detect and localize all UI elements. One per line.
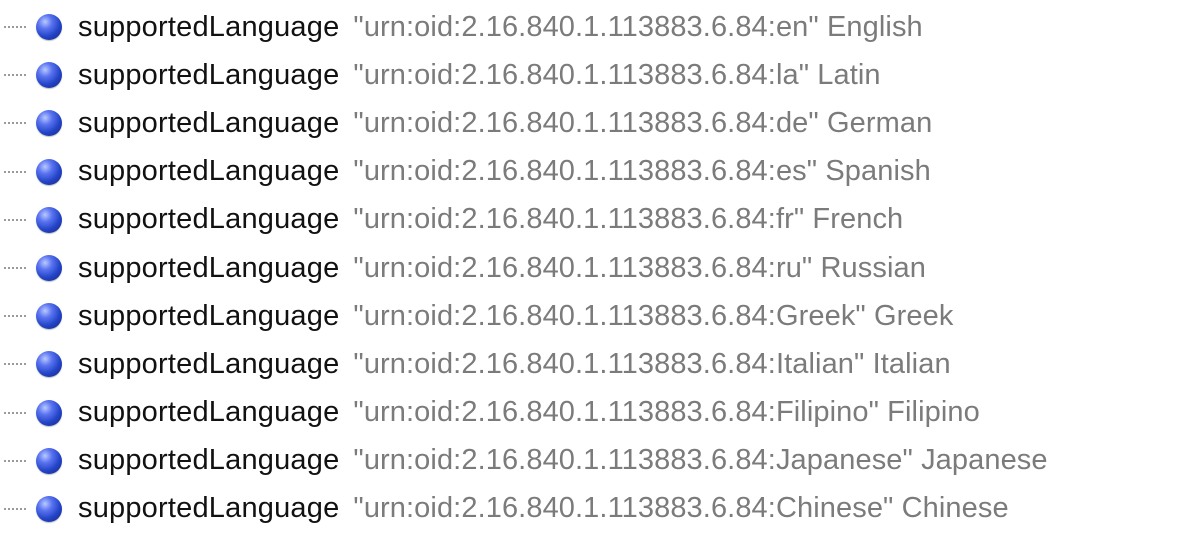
blue-sphere-icon — [36, 303, 62, 330]
node-value: "urn:oid:2.16.840.1.113883.6.84:Italian"… — [353, 347, 951, 380]
tree-node[interactable]: supportedLanguage "urn:oid:2.16.840.1.11… — [0, 437, 1177, 485]
tree-connector — [4, 267, 28, 270]
node-value: "urn:oid:2.16.840.1.113883.6.84:la" Lati… — [353, 58, 881, 91]
node-value: "urn:oid:2.16.840.1.113883.6.84:Japanese… — [353, 444, 1048, 477]
tree-node[interactable]: supportedLanguage "urn:oid:2.16.840.1.11… — [0, 196, 1177, 244]
blue-sphere-icon — [36, 158, 62, 185]
tree-connector — [4, 363, 28, 366]
blue-sphere-icon — [36, 495, 62, 522]
tree-node[interactable]: supportedLanguage "urn:oid:2.16.840.1.11… — [0, 148, 1177, 196]
node-value: "urn:oid:2.16.840.1.113883.6.84:de" Germ… — [353, 106, 933, 139]
node-name: supportedLanguage — [78, 251, 340, 284]
node-name: supportedLanguage — [78, 347, 340, 380]
tree-connector — [4, 218, 28, 221]
node-value: "urn:oid:2.16.840.1.113883.6.84:es" Span… — [353, 155, 931, 188]
node-value: "urn:oid:2.16.840.1.113883.6.84:fr" Fren… — [353, 203, 904, 236]
node-name: supportedLanguage — [78, 444, 340, 477]
tree-connector — [4, 411, 28, 414]
tree-connector — [4, 315, 28, 318]
blue-sphere-icon — [36, 351, 62, 378]
tree-node[interactable]: supportedLanguage "urn:oid:2.16.840.1.11… — [0, 485, 1177, 533]
blue-sphere-icon — [36, 14, 62, 41]
node-value: "urn:oid:2.16.840.1.113883.6.84:en" Engl… — [353, 10, 923, 43]
node-name: supportedLanguage — [78, 155, 340, 188]
blue-sphere-icon — [36, 447, 62, 474]
tree-connector — [4, 74, 28, 77]
tree-connector — [4, 170, 28, 173]
node-value: "urn:oid:2.16.840.1.113883.6.84:Chinese"… — [353, 492, 1009, 525]
blue-sphere-icon — [36, 110, 62, 137]
tree-connector — [4, 122, 28, 125]
tree-view: supportedLanguage "urn:oid:2.16.840.1.11… — [0, 0, 1177, 533]
tree-connector — [4, 459, 28, 462]
tree-connector — [4, 507, 28, 510]
tree-node[interactable]: supportedLanguage "urn:oid:2.16.840.1.11… — [0, 99, 1177, 147]
node-name: supportedLanguage — [78, 396, 340, 429]
node-name: supportedLanguage — [78, 203, 340, 236]
tree-node[interactable]: supportedLanguage "urn:oid:2.16.840.1.11… — [0, 389, 1177, 437]
tree-node[interactable]: supportedLanguage "urn:oid:2.16.840.1.11… — [0, 244, 1177, 292]
node-value: "urn:oid:2.16.840.1.113883.6.84:Greek" G… — [353, 299, 954, 332]
tree-node[interactable]: supportedLanguage "urn:oid:2.16.840.1.11… — [0, 3, 1177, 51]
node-name: supportedLanguage — [78, 492, 340, 525]
node-name: supportedLanguage — [78, 58, 340, 91]
node-value: "urn:oid:2.16.840.1.113883.6.84:Filipino… — [353, 396, 980, 429]
blue-sphere-icon — [36, 399, 62, 426]
blue-sphere-icon — [36, 255, 62, 282]
node-name: supportedLanguage — [78, 10, 340, 43]
node-value: "urn:oid:2.16.840.1.113883.6.84:ru" Russ… — [353, 251, 926, 284]
tree-node[interactable]: supportedLanguage "urn:oid:2.16.840.1.11… — [0, 340, 1177, 388]
blue-sphere-icon — [36, 62, 62, 89]
node-name: supportedLanguage — [78, 106, 340, 139]
tree-node[interactable]: supportedLanguage "urn:oid:2.16.840.1.11… — [0, 51, 1177, 99]
node-name: supportedLanguage — [78, 299, 340, 332]
tree-connector — [4, 26, 28, 29]
blue-sphere-icon — [36, 206, 62, 233]
tree-node[interactable]: supportedLanguage "urn:oid:2.16.840.1.11… — [0, 292, 1177, 340]
